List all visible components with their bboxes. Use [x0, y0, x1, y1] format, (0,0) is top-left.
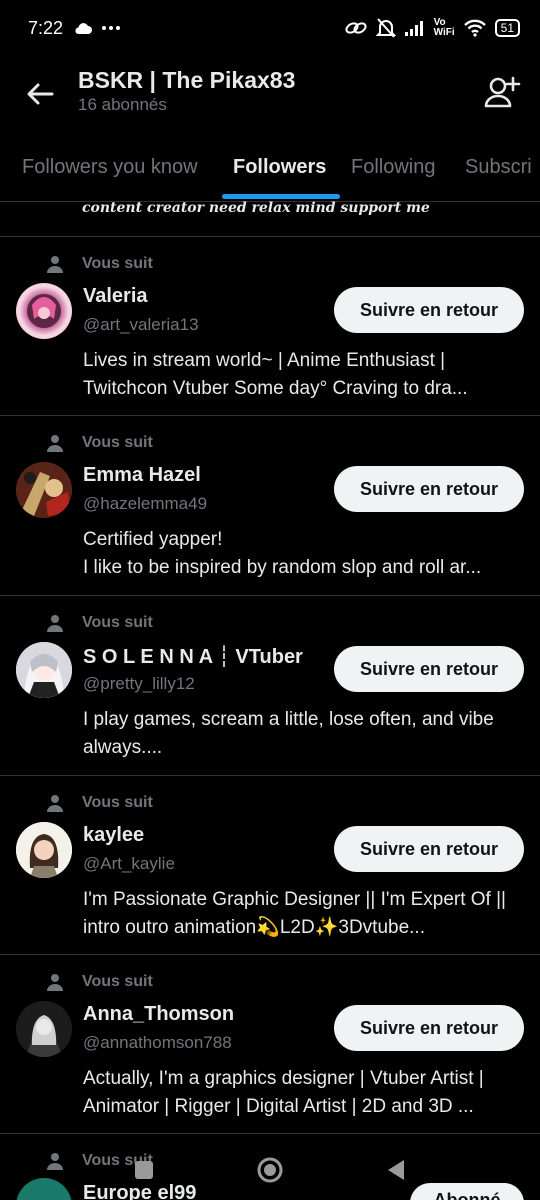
- follower-row[interactable]: Vous suit Anna_Thomson @annathomson788 S…: [0, 955, 540, 1134]
- follower-bio: Lives in stream world~ | Anime Enthusias…: [83, 350, 468, 399]
- home-icon[interactable]: [256, 1156, 284, 1184]
- battery-indicator: 51: [494, 19, 520, 37]
- avatar[interactable]: [16, 642, 72, 698]
- avatar[interactable]: [16, 462, 72, 518]
- tab-subscriptions[interactable]: Subscri: [465, 156, 532, 179]
- more-notifications-icon: [102, 26, 121, 30]
- tab-followers-you-know[interactable]: Followers you know: [22, 156, 198, 179]
- follower-row[interactable]: Vous suit Valeria @art_valeria13 Suivre …: [0, 237, 540, 416]
- follows-you-label: Vous suit: [82, 973, 153, 990]
- status-bar: 7:22 Vo WiFi 51: [0, 0, 540, 56]
- signal-icon: [404, 21, 423, 36]
- follows-you-label: Vous suit: [82, 794, 153, 811]
- active-tab-indicator: [222, 194, 340, 199]
- follower-handle: @Art_kaylie: [83, 854, 175, 873]
- follower-name: kaylee: [83, 824, 145, 846]
- avatar[interactable]: [16, 822, 72, 878]
- status-time: 7:22: [28, 17, 64, 38]
- link-icon: [345, 22, 367, 34]
- cloud-icon: [75, 23, 93, 34]
- tab-followers[interactable]: Followers: [233, 156, 326, 179]
- follower-name: S O L E N N A ┆ VTuber: [83, 646, 303, 668]
- back-triangle-icon[interactable]: [384, 1158, 408, 1182]
- follower-handle: @annathomson788: [83, 1033, 232, 1052]
- follow-back-button[interactable]: Suivre en retour: [334, 646, 524, 692]
- follower-row[interactable]: Vous suit kaylee @Art_kaylie Suivre en r…: [0, 776, 540, 955]
- person-icon: [47, 795, 63, 812]
- follows-you-label: Vous suit: [82, 434, 153, 451]
- follow-back-button[interactable]: Suivre en retour: [334, 1005, 524, 1051]
- page-title: BSKR | The Pikax83: [78, 67, 296, 93]
- follower-bio: I'm Passionate Graphic Designer || I'm E…: [83, 889, 506, 938]
- avatar[interactable]: [16, 283, 72, 339]
- follows-you-label: Vous suit: [82, 614, 153, 631]
- person-icon: [47, 615, 63, 632]
- follower-handle: @hazelemma49: [83, 494, 208, 513]
- partial-bio-text: content creator need relax mind support …: [82, 200, 430, 216]
- follower-row[interactable]: Vous suit S O L E N N A ┆ VTuber @pretty…: [0, 596, 540, 776]
- tab-following[interactable]: Following: [351, 156, 435, 179]
- follower-bio: Certified yapper! I like to be inspired …: [83, 529, 482, 578]
- follow-back-button[interactable]: Suivre en retour: [334, 287, 524, 333]
- follower-bio: Actually, I'm a graphics designer | Vtub…: [83, 1068, 484, 1117]
- follower-handle: @pretty_lilly12: [83, 674, 195, 693]
- back-arrow-icon[interactable]: [22, 76, 58, 112]
- follower-handle: @art_valeria13: [83, 315, 199, 334]
- person-icon: [47, 974, 63, 991]
- add-person-icon[interactable]: [482, 72, 522, 112]
- follower-count: 16 abonnés: [78, 95, 167, 114]
- bell-muted-icon: [375, 18, 396, 38]
- person-icon: [47, 256, 63, 273]
- follower-name: Anna_Thomson: [83, 1003, 235, 1025]
- avatar[interactable]: [16, 1001, 72, 1057]
- recents-icon[interactable]: [132, 1158, 156, 1182]
- follow-back-button[interactable]: Suivre en retour: [334, 466, 524, 512]
- follows-you-label: Vous suit: [82, 255, 153, 272]
- follower-row[interactable]: Vous suit Emma Hazel @hazelemma49 Suivre…: [0, 416, 540, 596]
- person-icon: [47, 435, 63, 452]
- follow-back-button[interactable]: Suivre en retour: [334, 826, 524, 872]
- tab-bar: Followers you know Followers Following S…: [0, 142, 540, 202]
- follower-bio: I play games, scream a little, lose ofte…: [83, 709, 494, 758]
- profile-header: BSKR | The Pikax83 16 abonnés: [0, 56, 540, 142]
- vowifi-label: Vo WiFi: [433, 17, 455, 38]
- follower-name: Valeria: [83, 285, 148, 307]
- system-nav-bar: [0, 1140, 540, 1200]
- wifi-icon: [463, 19, 486, 37]
- follower-name: Emma Hazel: [83, 464, 201, 486]
